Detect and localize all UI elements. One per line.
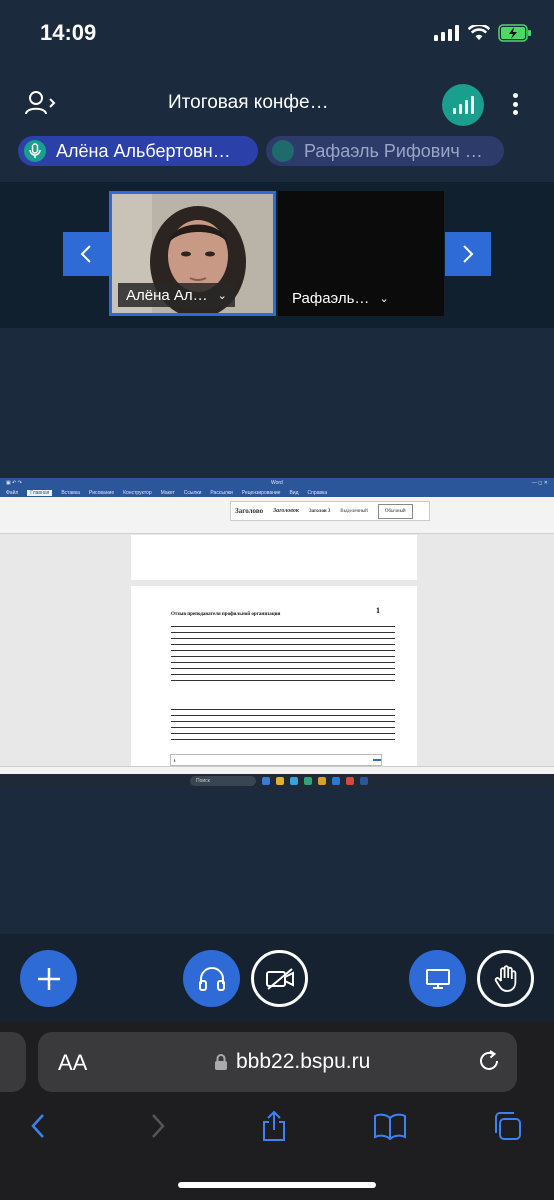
video-tile-name: Рафаэль… xyxy=(292,289,370,307)
screen-share-button[interactable] xyxy=(409,950,466,1007)
video-tile-name: Алёна Ал… xyxy=(126,286,208,304)
video-tile-label[interactable]: Алёна Ал… ⌄ xyxy=(118,283,235,307)
document-heading: Отзыв преподавателя профильной организац… xyxy=(171,612,281,617)
cellular-signal-icon xyxy=(434,25,459,41)
user-icon xyxy=(25,91,56,115)
notification-bar: ℹ xyxy=(170,754,382,766)
hand-icon xyxy=(494,964,516,992)
actions-plus-button[interactable] xyxy=(20,950,77,1007)
chevron-down-icon: ⌄ xyxy=(379,292,389,305)
microphone-icon xyxy=(24,140,46,162)
chevron-right-icon xyxy=(463,245,474,263)
text-size-button[interactable]: AA xyxy=(58,1050,87,1076)
users-list-button[interactable] xyxy=(24,90,60,116)
previous-tab-preview[interactable] xyxy=(0,1032,26,1092)
battery-charging-icon xyxy=(498,24,531,42)
document-lines xyxy=(171,626,395,686)
meeting-title: Итоговая конфе… xyxy=(168,92,329,113)
status-time: 14:09 xyxy=(40,20,97,45)
address-bar[interactable]: AA bbb22.bspu.ru xyxy=(38,1032,517,1092)
word-status-bar xyxy=(0,766,554,774)
document-lines xyxy=(171,709,395,745)
reload-button[interactable] xyxy=(476,1048,502,1074)
camera-off-icon xyxy=(265,967,294,990)
audio-button[interactable] xyxy=(183,950,240,1007)
share-button[interactable] xyxy=(256,1108,292,1144)
next-video-button[interactable] xyxy=(445,232,491,276)
word-menu: Файл Главная Вставка Рисование Конструктор Ма… xyxy=(0,488,554,497)
more-options-button[interactable] xyxy=(508,90,522,118)
camera-toggle-button[interactable] xyxy=(251,950,308,1007)
previous-video-button[interactable] xyxy=(63,232,109,276)
chevron-left-icon xyxy=(80,245,91,263)
status-dot-icon xyxy=(272,140,294,162)
chevron-left-icon xyxy=(31,1114,44,1138)
monitor-icon xyxy=(425,968,450,989)
video-tile[interactable]: Рафаэль… ⌄ xyxy=(278,191,444,316)
wifi-icon xyxy=(468,25,490,40)
tabs-icon xyxy=(495,1112,521,1140)
chevron-down-icon: ⌄ xyxy=(217,289,227,302)
screen-share-view[interactable]: ▣ ↶ ↷ Word — ◻ ✕ Файл Главная Вставка Рисован… xyxy=(0,478,554,788)
document-page: Отзыв преподавателя профильной организац… xyxy=(131,586,417,768)
talking-participant-name: Рафаэль Рифович … xyxy=(304,140,483,161)
talking-participant-name: Алёна Альбертовн… xyxy=(56,140,231,161)
browser-back-button[interactable] xyxy=(20,1108,56,1144)
connection-status-button[interactable] xyxy=(442,84,484,126)
plus-icon xyxy=(37,967,60,990)
home-indicator xyxy=(178,1182,376,1188)
bookmarks-button[interactable] xyxy=(372,1108,408,1144)
page-number: 1 xyxy=(376,606,380,615)
lock-icon xyxy=(215,1054,227,1070)
video-tile-label[interactable]: Рафаэль… ⌄ xyxy=(284,286,397,310)
reload-icon xyxy=(480,1050,498,1070)
video-tile[interactable]: Алёна Ал… ⌄ xyxy=(109,191,276,316)
word-ribbon: Заголово Заголовок Заголов 3 Выделенный … xyxy=(0,497,554,534)
url-text: bbb22.bspu.ru xyxy=(236,1050,371,1073)
browser-forward-button[interactable] xyxy=(140,1108,176,1144)
windows-taskbar: Поиск xyxy=(0,774,554,788)
signal-bars-icon xyxy=(452,108,456,114)
tabs-button[interactable] xyxy=(490,1108,526,1144)
word-titlebar: ▣ ↶ ↷ Word — ◻ ✕ xyxy=(0,478,554,488)
book-icon xyxy=(374,1113,406,1140)
status-icons xyxy=(434,22,532,44)
talking-indicator-pill[interactable]: Алёна Альбертовн… xyxy=(18,136,258,166)
taskbar-search: Поиск xyxy=(190,776,256,786)
document-page xyxy=(131,535,417,580)
share-icon xyxy=(263,1110,285,1141)
talking-indicator-pill[interactable]: Рафаэль Рифович … xyxy=(266,136,504,166)
chevron-right-icon xyxy=(152,1114,165,1138)
raise-hand-button[interactable] xyxy=(477,950,534,1007)
styles-gallery: Заголово Заголовок Заголов 3 Выделенный … xyxy=(230,501,430,521)
headphones-icon xyxy=(198,966,225,991)
